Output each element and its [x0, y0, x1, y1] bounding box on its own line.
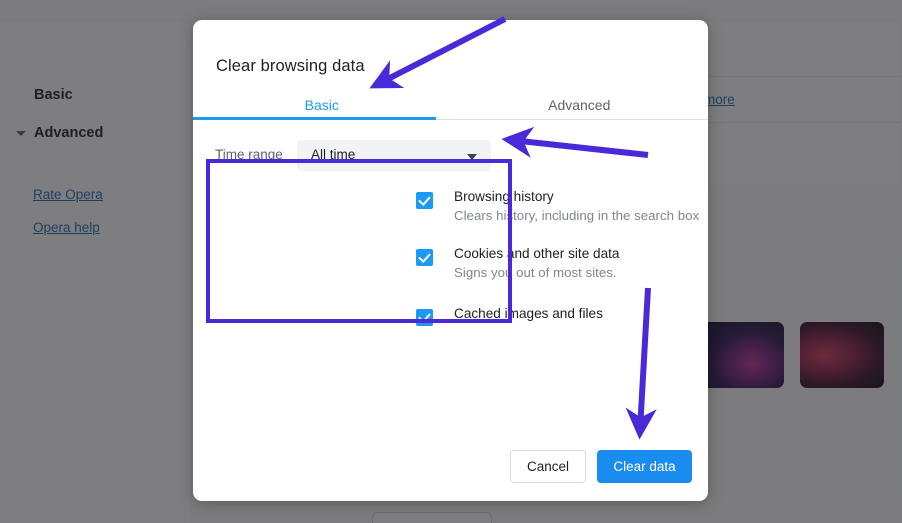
tab-active-indicator	[193, 117, 436, 120]
dialog-tabbar: Basic Advanced	[193, 90, 708, 120]
data-type-options-list: Browsing history Clears history, includi…	[399, 179, 705, 343]
option-subtitle: Clears history, including in the search …	[454, 208, 700, 223]
tab-advanced[interactable]: Advanced	[451, 90, 709, 120]
option-text-group: Cookies and other site data Signs you ou…	[454, 244, 699, 282]
tab-basic[interactable]: Basic	[193, 90, 451, 120]
option-title: Browsing history	[454, 189, 554, 204]
cancel-button[interactable]: Cancel	[510, 450, 586, 483]
checkbox-browsing-history[interactable]	[416, 192, 433, 209]
time-range-row: Time range All time	[193, 140, 708, 172]
checkbox-cookies-site-data[interactable]	[416, 249, 433, 266]
time-range-label: Time range	[215, 147, 283, 162]
option-text-group: Browsing history Clears history, includi…	[454, 187, 699, 225]
time-range-value: All time	[311, 147, 356, 162]
clear-browsing-data-dialog: Clear browsing data Basic Advanced Time …	[193, 20, 708, 501]
clear-data-button[interactable]: Clear data	[597, 450, 692, 483]
dialog-footer: Cancel Clear data	[193, 437, 708, 501]
option-title: Cookies and other site data	[454, 246, 620, 261]
screenshot-root: Basic Advanced Rate Opera Opera help mor…	[0, 0, 902, 523]
checkbox-cached-images-files[interactable]	[416, 309, 433, 326]
option-subtitle: Signs you out of most sites.	[454, 265, 617, 280]
chevron-down-icon	[467, 154, 477, 160]
dialog-title: Clear browsing data	[216, 57, 365, 75]
option-text-group: Cached images and files	[454, 304, 699, 323]
option-title: Cached images and files	[454, 306, 603, 321]
time-range-select[interactable]: All time	[297, 140, 491, 171]
